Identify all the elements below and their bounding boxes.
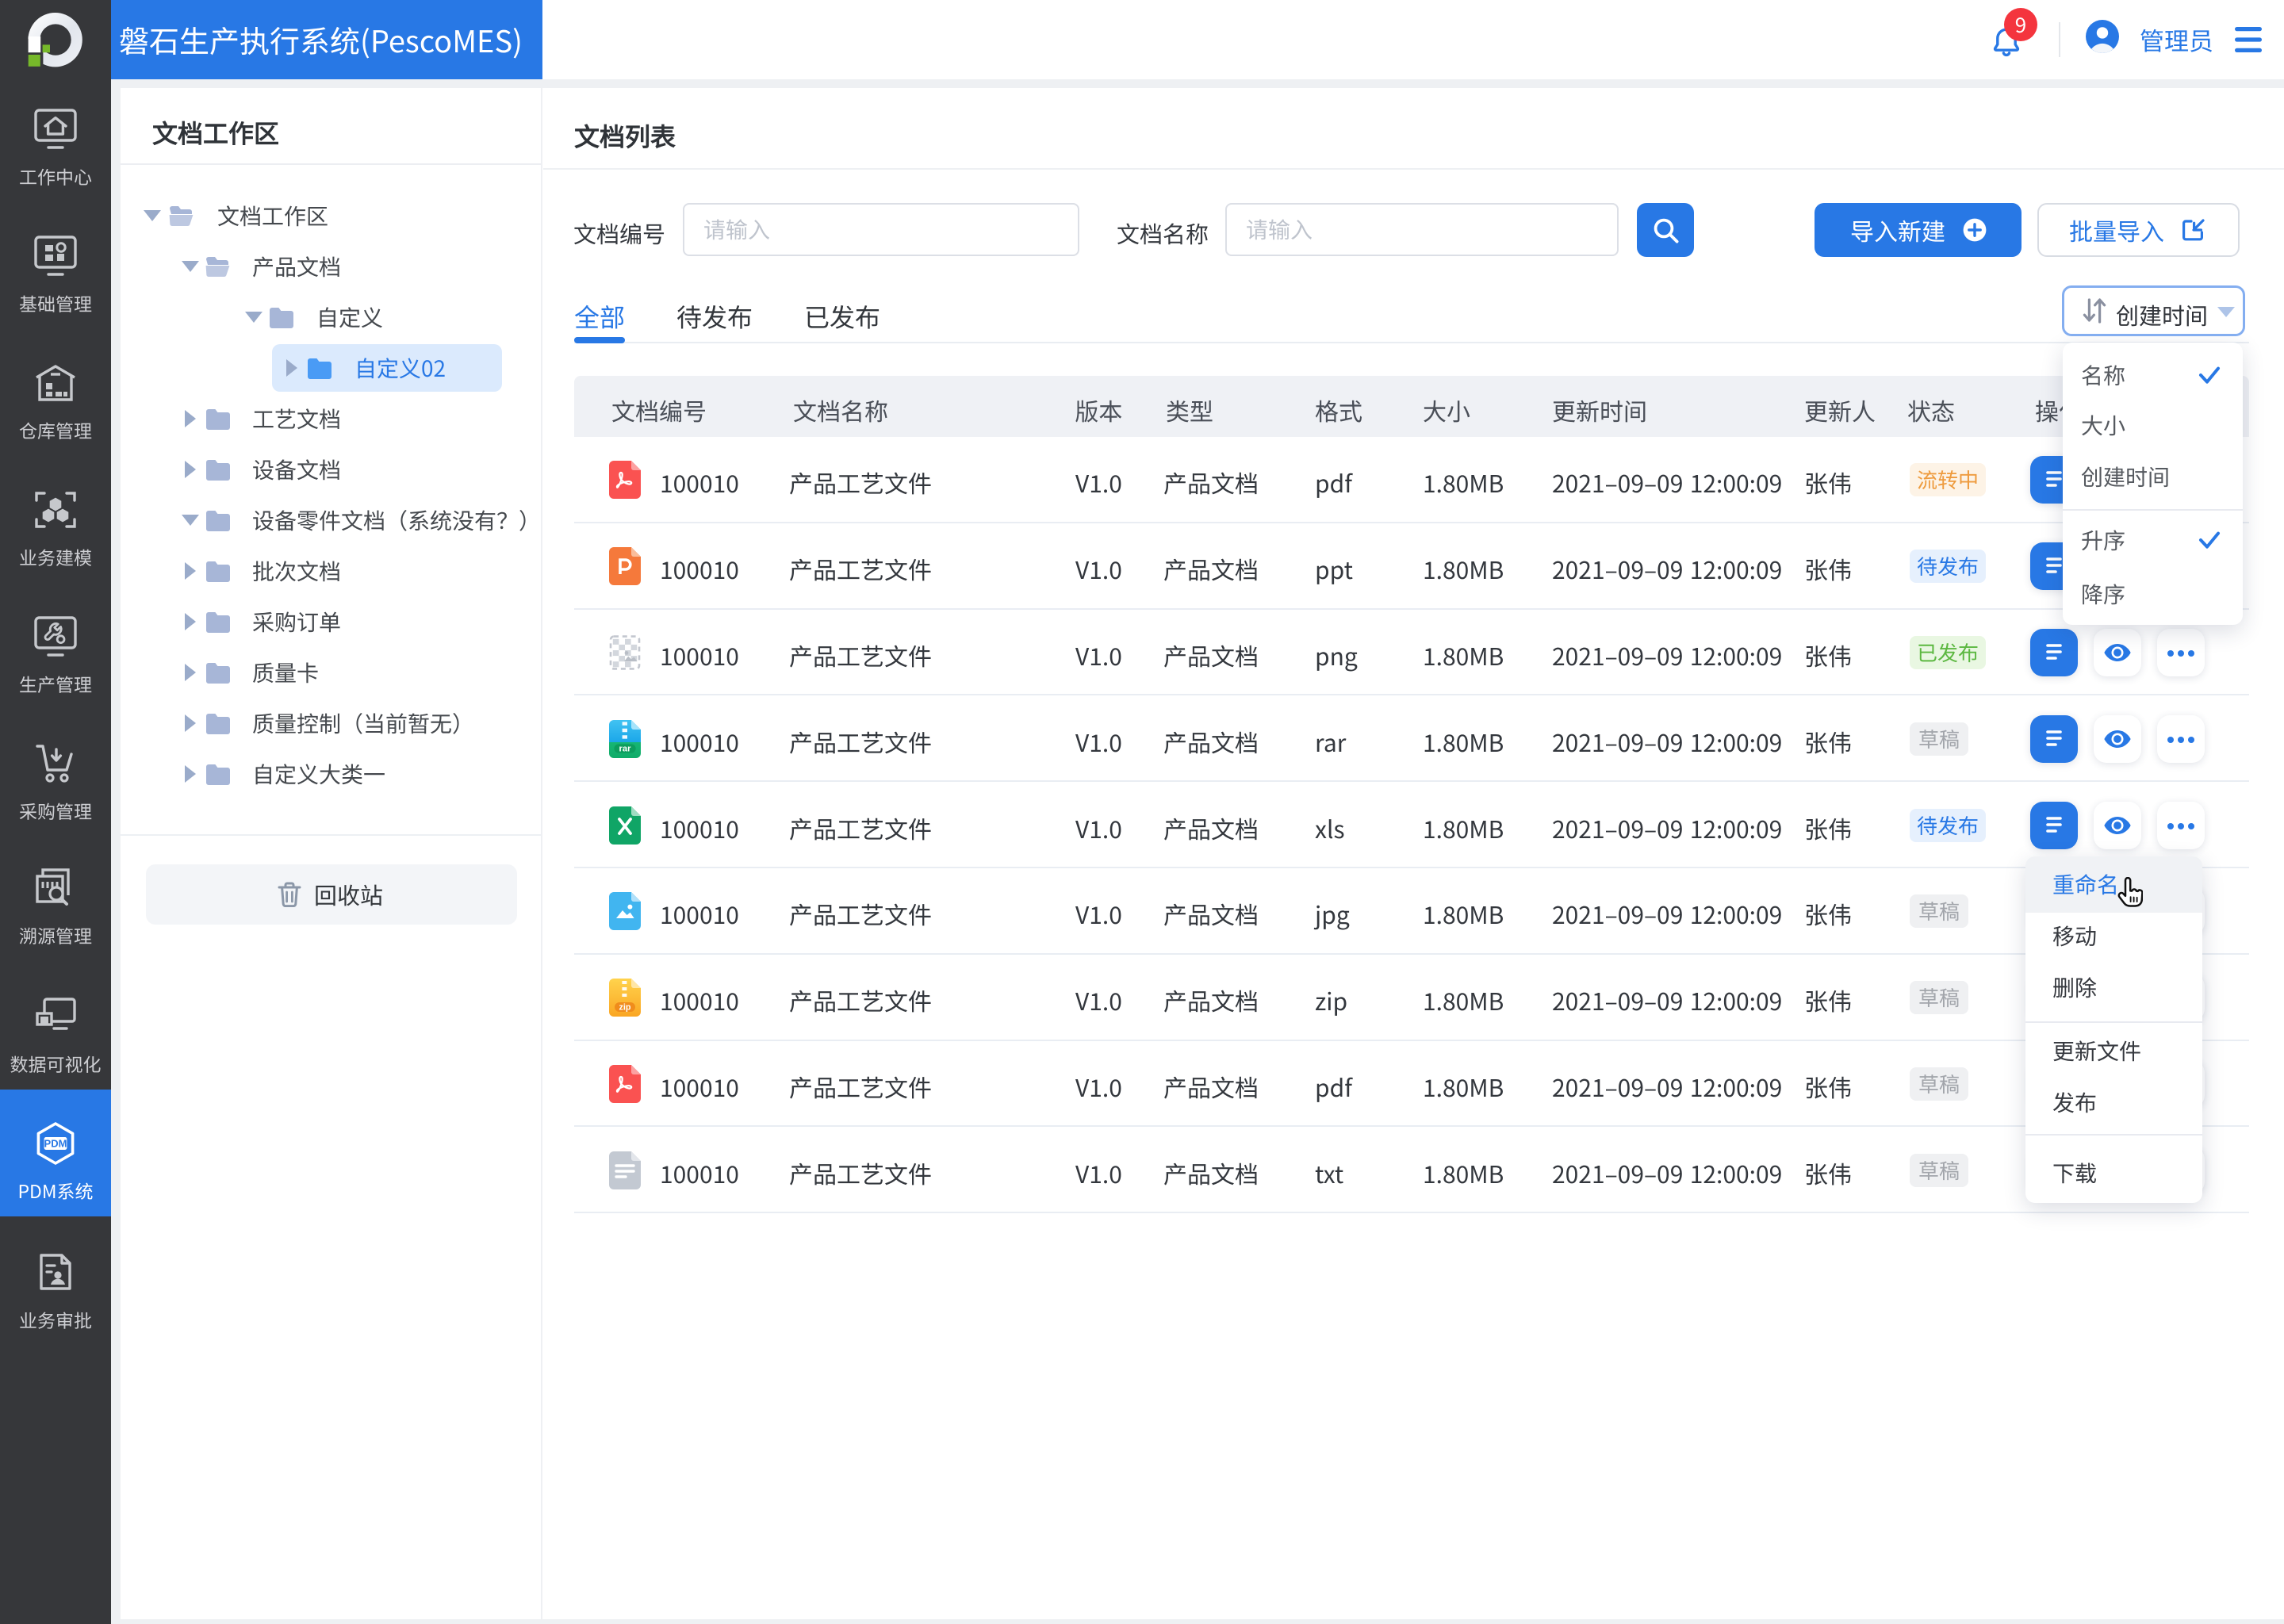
svg-text:zip: zip xyxy=(619,1003,631,1013)
svg-text:rar: rar xyxy=(619,744,632,753)
svg-text:PDM: PDM xyxy=(44,1137,67,1149)
